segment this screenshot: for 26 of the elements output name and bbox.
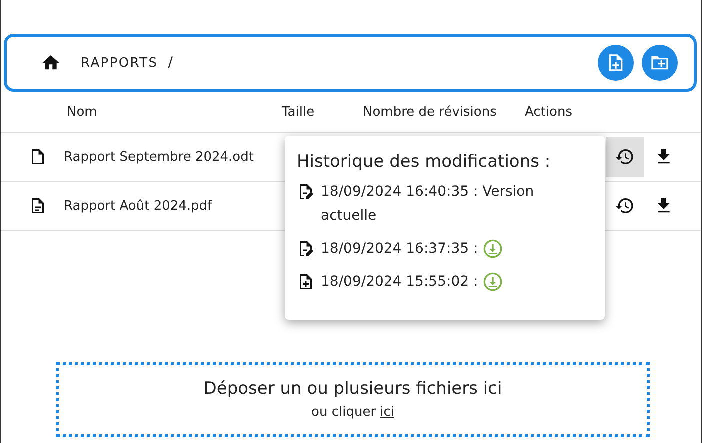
history-icon xyxy=(615,147,635,167)
new-folder-button[interactable] xyxy=(642,45,678,81)
column-header: Actions xyxy=(525,104,572,120)
history-entry: 18/09/2024 15:55:02 : xyxy=(321,273,478,292)
file-icon xyxy=(29,148,47,166)
drop-zone-hint: ou cliquer xyxy=(312,405,376,420)
column-header: Taille xyxy=(282,104,315,120)
breadcrumb-item[interactable]: RAPPORTS xyxy=(81,56,158,70)
new-file-button[interactable] xyxy=(598,45,634,81)
history-entry: 18/09/2024 16:40:35 : Version actuelle xyxy=(321,183,536,226)
file-name[interactable]: Rapport Septembre 2024.odt xyxy=(64,150,254,164)
upload-link[interactable]: ici xyxy=(380,405,394,420)
file-name[interactable]: Rapport Août 2024.pdf xyxy=(64,198,212,214)
history-button[interactable] xyxy=(606,137,644,177)
column-header: Nombre de révisions xyxy=(363,104,497,120)
file-edit-icon xyxy=(297,183,315,201)
drop-zone-title: Déposer un ou plusieurs fichiers ici xyxy=(204,379,502,399)
breadcrumb-separator: / xyxy=(168,55,173,71)
document-icon xyxy=(29,197,47,215)
file-edit-icon xyxy=(297,240,315,258)
file-add-icon xyxy=(297,273,315,291)
popover-title: Historique des modifications : xyxy=(297,152,552,172)
history-entry: 18/09/2024 16:37:35 : xyxy=(321,240,478,259)
history-icon xyxy=(615,196,635,216)
drop-zone[interactable]: Déposer un ou plusieurs fichiers ici ou cliquer ici xyxy=(56,362,650,437)
column-header: Nom xyxy=(67,104,98,120)
